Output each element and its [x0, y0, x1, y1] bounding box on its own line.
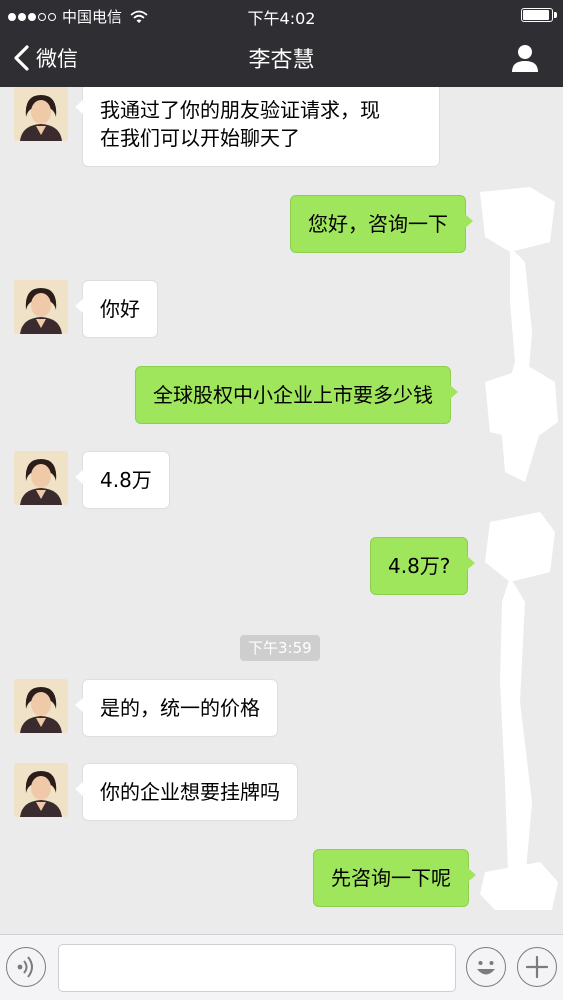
voice-icon [17, 956, 33, 978]
message-text: 在我们可以开始聊天了 [100, 126, 300, 150]
message-text: 你的企业想要挂牌吗 [100, 780, 280, 804]
voice-button[interactable] [6, 947, 46, 987]
redaction-mark [480, 187, 558, 910]
message-input[interactable] [58, 944, 456, 992]
contact-avatar[interactable] [14, 679, 68, 733]
status-time: 下午4:02 [247, 9, 316, 28]
status-bar: 中国电信 下午4:02 [0, 0, 563, 30]
message-bubble[interactable]: 我通过了你的朋友验证请求，现 在我们可以开始聊天了 [75, 87, 440, 167]
timestamp-badge: 下午3:59 [240, 635, 320, 661]
message-text: 我通过了你的朋友验证请求，现 [100, 98, 380, 122]
message-bubble[interactable]: 你的企业想要挂牌吗 [75, 763, 298, 821]
battery-icon [521, 8, 557, 22]
input-bar [0, 934, 563, 1000]
message-text: 你好 [100, 297, 140, 321]
message-text: 4.8万? [388, 554, 451, 578]
contact-avatar[interactable] [14, 763, 68, 817]
chat-title: 李杏慧 [248, 48, 315, 73]
emoji-button[interactable] [466, 947, 506, 987]
plus-icon [525, 955, 549, 979]
message-bubble[interactable]: 你好 [75, 280, 158, 338]
message-bubble[interactable]: 您好，咨询一下 [290, 195, 473, 253]
message-text: 先咨询一下呢 [331, 866, 451, 890]
message-text: 全球股权中小企业上市要多少钱 [153, 383, 433, 407]
message-text: 4.8万 [100, 468, 152, 492]
chat-area[interactable]: 我通过了你的朋友验证请求，现 在我们可以开始聊天了 您好，咨询一下 你好 全球股… [0, 87, 563, 934]
message-bubble[interactable]: 4.8万? [370, 537, 476, 595]
contact-avatar[interactable] [14, 280, 68, 334]
message-text: 您好，咨询一下 [308, 212, 448, 236]
contact-avatar[interactable] [14, 451, 68, 505]
message-bubble[interactable]: 是的，统一的价格 [75, 679, 278, 737]
battery-level [523, 10, 549, 20]
message-text: 是的，统一的价格 [100, 696, 260, 720]
person-icon[interactable] [509, 42, 541, 74]
add-button[interactable] [517, 947, 557, 987]
message-bubble[interactable]: 先咨询一下呢 [313, 849, 476, 907]
nav-bar: 微信 李杏慧 [0, 30, 563, 87]
message-bubble[interactable]: 全球股权中小企业上市要多少钱 [135, 366, 458, 424]
contact-avatar[interactable] [14, 87, 68, 141]
emoji-icon [477, 961, 495, 975]
message-bubble[interactable]: 4.8万 [75, 451, 170, 509]
